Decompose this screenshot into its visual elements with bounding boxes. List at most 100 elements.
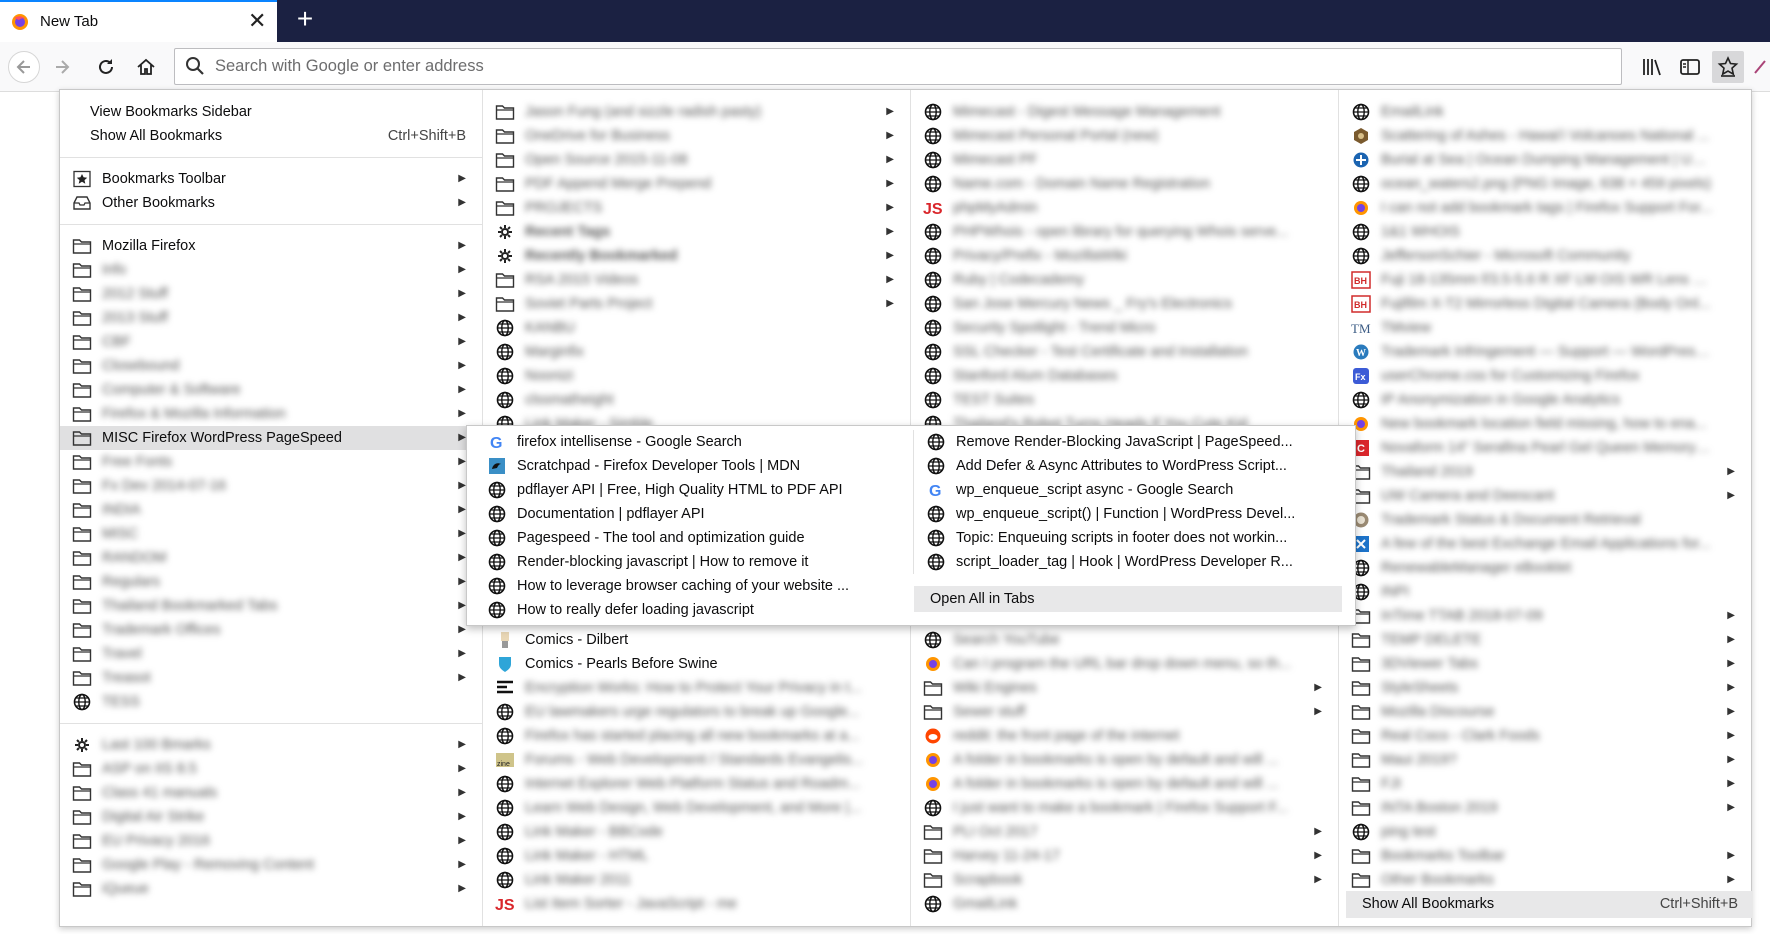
bookmark-folder-maui-2019[interactable]: Maui 2019? ▶ bbox=[1339, 748, 1751, 772]
bookmark-item-topic-enqueuing-scripts-in-footer-does-n[interactable]: Topic: Enqueuing scripts in footer does … bbox=[914, 526, 1341, 550]
bookmark-folder-recently-bookmarked[interactable]: Recently Bookmarked ▶ bbox=[483, 244, 910, 268]
bookmark-folder-scrapbook[interactable]: Scrapbook ▶ bbox=[911, 868, 1338, 892]
new-tab-plus-icon[interactable]: + bbox=[290, 4, 320, 36]
bookmark-item-mimecast-personal-portal-new[interactable]: Mimecast Personal Portal (new) bbox=[911, 124, 1338, 148]
bookmark-folder-travel[interactable]: Travel ▶ bbox=[60, 642, 482, 666]
bookmark-folder-open-source-2015-11-08[interactable]: Open Source 2015-11-08 ▶ bbox=[483, 148, 910, 172]
bookmark-item-ip-anonymization-in-google-analytics[interactable]: IP Anonymization in Google Analytics bbox=[1339, 388, 1751, 412]
bookmark-folder-sewer-stuff[interactable]: Sewer stuff ▶ bbox=[911, 700, 1338, 724]
bookmark-folder-regulars[interactable]: Regulars ▶ bbox=[60, 570, 482, 594]
bookmark-item-view-bookmarks-sidebar[interactable]: View Bookmarks Sidebar bbox=[60, 100, 482, 124]
bookmark-item-security-spotlight-trend-micro[interactable]: Security Spotlight - Trend Micro bbox=[911, 316, 1338, 340]
bookmark-item-new-bookmark-location-field-missing-how-[interactable]: New bookmark location field missing, how… bbox=[1339, 412, 1751, 436]
bookmark-item-firefox-has-started-placing-all-new-book[interactable]: Firefox has started placing all new book… bbox=[483, 724, 910, 748]
bookmark-item-privacy-prefix-mozillawiki[interactable]: Privacy/Prefix - MozillaWiki bbox=[911, 244, 1338, 268]
bookmarks-menu-button[interactable] bbox=[1712, 51, 1744, 83]
bookmark-item-kanbu[interactable]: KANBU bbox=[483, 316, 910, 340]
bookmark-folder-soviet-parts-project[interactable]: Soviet Parts Project ▶ bbox=[483, 292, 910, 316]
home-button[interactable] bbox=[130, 51, 162, 83]
back-button[interactable] bbox=[8, 51, 40, 83]
bookmark-folder-eu-privacy-2016[interactable]: EU Privacy 2016 ▶ bbox=[60, 829, 482, 853]
bookmark-folder-uw-camera-and-deescant[interactable]: UW Camera and Deescant ▶ bbox=[1339, 484, 1751, 508]
bookmark-folder-other-bookmarks[interactable]: Other Bookmarks ▶ bbox=[60, 191, 482, 215]
bookmark-item-fuji-18-135mm-f-3-5-5-6-r-xf-lm-ois-wr-l[interactable]: BH Fuji 18-135mm f/3.5-5.6 R XF LM OIS WR… bbox=[1339, 268, 1751, 292]
bookmark-folder-misc[interactable]: MISC ▶ bbox=[60, 522, 482, 546]
bookmark-item-encryption-works-how-to-protect-your-pri[interactable]: Encryption Works: How to Protect Your Pr… bbox=[483, 676, 910, 700]
bookmark-folder-onedrive-for-business[interactable]: OneDrive for Business ▶ bbox=[483, 124, 910, 148]
bookmark-folder-2012-stuff[interactable]: 2012 Stuff ▶ bbox=[60, 282, 482, 306]
bookmark-item-link-maker-bbcode[interactable]: Link Maker - BBCode bbox=[483, 820, 910, 844]
bookmark-item-ping-test[interactable]: ping test bbox=[1339, 820, 1751, 844]
bookmark-item-how-to-leverage-browser-caching-of-your-[interactable]: How to leverage browser caching of your … bbox=[475, 574, 903, 598]
tab-new-tab[interactable]: New Tab ✕ bbox=[0, 0, 277, 42]
bookmark-item-trademark-status-document-retrieval[interactable]: Trademark Status & Document Retrieval bbox=[1339, 508, 1751, 532]
bookmark-item-internet-explorer-web-platform-status-an[interactable]: Internet Explorer Web Platform Status an… bbox=[483, 772, 910, 796]
bookmark-item-tmview[interactable]: TM TMview bbox=[1339, 316, 1751, 340]
forward-button[interactable] bbox=[46, 51, 78, 83]
bookmark-folder-last-100-bmarks[interactable]: Last 100 Bmarks ▶ bbox=[60, 733, 482, 757]
bookmark-item-clssmatheight[interactable]: clssmatheight bbox=[483, 388, 910, 412]
reload-button[interactable] bbox=[90, 51, 122, 83]
bookmark-folder-treasot[interactable]: Treasot ▶ bbox=[60, 666, 482, 690]
bookmark-item-inpi[interactable]: INPI bbox=[1339, 580, 1751, 604]
bookmark-item-scratchpad-firefox-developer-tools-mdn[interactable]: Scratchpad - Firefox Developer Tools | M… bbox=[475, 454, 903, 478]
bookmark-item-gmaillink[interactable]: GmailLink bbox=[911, 892, 1338, 916]
bookmark-item-wp-enqueue-script-function-wordpress-dev[interactable]: wp_enqueue_script() | Function | WordPre… bbox=[914, 502, 1341, 526]
bookmark-item-noonizi[interactable]: Noonizi bbox=[483, 364, 910, 388]
bookmark-item-jeffersonschier-microsoft-community[interactable]: JeffersonSchier - Microsoft Community bbox=[1339, 244, 1751, 268]
bookmark-folder-fx-dev-2014-07-16[interactable]: Fx Dev 2014-07-16 ▶ bbox=[60, 474, 482, 498]
bookmark-folder-thailand-2019[interactable]: Thailand 2019 ▶ bbox=[1339, 460, 1751, 484]
bookmark-folder-computer-software[interactable]: Computer & Software ▶ bbox=[60, 378, 482, 402]
bookmark-item-render-blocking-javascript-how-to-remove[interactable]: Render-blocking javascript | How to remo… bbox=[475, 550, 903, 574]
bookmark-folder-mozilla-firefox[interactable]: Mozilla Firefox ▶ bbox=[60, 234, 482, 258]
bookmark-item-ruby-codecademy[interactable]: Ruby | Codecademy bbox=[911, 268, 1338, 292]
bookmark-folder-asp-on-iis-8-5[interactable]: ASP on IIS 8.5 ▶ bbox=[60, 757, 482, 781]
bookmark-folder-temp-delete[interactable]: TEMP DELETE ▶ bbox=[1339, 628, 1751, 652]
bookmark-item-tess[interactable]: TESS bbox=[60, 690, 482, 714]
bookmark-folder-pdf-append-merge-prepend[interactable]: PDF Append Merge Prepend ▶ bbox=[483, 172, 910, 196]
bookmark-item-renewablemanager-ebooklet[interactable]: RenewableManager eBooklet bbox=[1339, 556, 1751, 580]
bookmark-item-comics-dilbert[interactable]: Comics - Dilbert bbox=[483, 628, 910, 652]
bookmark-item-name-com-domain-name-registration[interactable]: Name.com - Domain Name Registration bbox=[911, 172, 1338, 196]
bookmark-item-ssl-checker-test-certificate-and-install[interactable]: SSL Checker - Test Certificate and Insta… bbox=[911, 340, 1338, 364]
bookmark-folder-pli-oct-2017[interactable]: PLI Oct 2017 ▶ bbox=[911, 820, 1338, 844]
bookmark-item-scattering-of-ashes-hawai-i-volcanoes-na[interactable]: Scattering of Ashes - Hawai'i Volcanoes … bbox=[1339, 124, 1751, 148]
close-tab-icon[interactable]: ✕ bbox=[248, 8, 266, 34]
bookmark-item-novaform-14-serafina-pearl-gel-queen-mem[interactable]: C Novaform 14" Serafina Pearl Gel Queen M… bbox=[1339, 436, 1751, 460]
bookmark-item-a-folder-in-bookmarks-is-open-by-default[interactable]: A folder in bookmarks is open by default… bbox=[911, 772, 1338, 796]
bookmark-item-comics-pearls-before-swine[interactable]: Comics - Pearls Before Swine bbox=[483, 652, 910, 676]
bookmark-folder-recent-tags[interactable]: Recent Tags ▶ bbox=[483, 220, 910, 244]
bookmark-item-pdflayer-api-free-high-quality-html-to-p[interactable]: pdflayer API | Free, High Quality HTML t… bbox=[475, 478, 903, 502]
bookmark-item-eu-lawmakers-urge-regulators-to-break-up[interactable]: EU lawmakers urge regulators to break up… bbox=[483, 700, 910, 724]
bookmark-folder-bookmarks-toolbar[interactable]: Bookmarks Toolbar ▶ bbox=[1339, 844, 1751, 868]
bookmark-item-i-just-want-to-make-a-bookmark-firefox-s[interactable]: I just want to make a bookmark | Firefox… bbox=[911, 796, 1338, 820]
bookmark-item-phpwhois-open-library-for-querying-whois[interactable]: PHPWhois - open library for querying Who… bbox=[911, 220, 1338, 244]
show-all-bookmarks-footer[interactable]: Show All Bookmarks Ctrl+Shift+B bbox=[1346, 891, 1752, 918]
bookmark-item-mimecast-digest-message-management[interactable]: Mimecast - Digest Message Management bbox=[911, 100, 1338, 124]
bookmark-folder-thailand-bookmarked-tabs[interactable]: Thailand Bookmarked Tabs ▶ bbox=[60, 594, 482, 618]
bookmark-item-a-folder-in-bookmarks-is-open-by-default[interactable]: A folder in bookmarks is open by default… bbox=[911, 748, 1338, 772]
url-bar[interactable] bbox=[174, 48, 1622, 85]
bookmark-folder-india[interactable]: INDIA ▶ bbox=[60, 498, 482, 522]
bookmark-folder-mozilla-discourse[interactable]: Mozilla Discourse ▶ bbox=[1339, 700, 1751, 724]
bookmark-folder-trademark-offices[interactable]: Trademark Offices ▶ bbox=[60, 618, 482, 642]
bookmark-item-ocean-waters2-png-png-image-638-459-pixe[interactable]: ocean_waters2.png (PNG Image, 638 × 459 … bbox=[1339, 172, 1751, 196]
bookmark-folder-google-play-removing-content[interactable]: Google Play - Removing Content ▶ bbox=[60, 853, 482, 877]
bookmark-item-search-youtube[interactable]: Search YouTube bbox=[911, 628, 1338, 652]
bookmark-item-link-maker-html[interactable]: Link Maker - HTML bbox=[483, 844, 910, 868]
bookmark-item-stanford-alum-databases[interactable]: Stanford Alum Databases bbox=[911, 364, 1338, 388]
bookmark-item-i-can-not-add-bookmark-tags-firefox-supp[interactable]: I can not add bookmark tags | Firefox Su… bbox=[1339, 196, 1751, 220]
bookmark-item-firefox-intellisense-google-search[interactable]: Gfirefox intellisense - Google Search bbox=[475, 430, 903, 454]
bookmark-folder-projects[interactable]: PROJECTS ▶ bbox=[483, 196, 910, 220]
bookmark-item-phpmyadmin[interactable]: JS phpMyAdmin bbox=[911, 196, 1338, 220]
bookmark-item-burial-at-sea-ocean-dumping-management-u[interactable]: Burial at Sea | Ocean Dumping Management… bbox=[1339, 148, 1751, 172]
bookmark-item-show-all-bookmarks[interactable]: Show All Bookmarks Ctrl+Shift+B bbox=[60, 124, 482, 148]
bookmark-folder-stylesheets[interactable]: StyleSheets ▶ bbox=[1339, 676, 1751, 700]
bookmark-item-marginfix[interactable]: Marginfix bbox=[483, 340, 910, 364]
bookmark-folder-fji[interactable]: FJI ▶ bbox=[1339, 772, 1751, 796]
open-all-in-tabs-item[interactable]: Open All in Tabs bbox=[914, 586, 1342, 612]
bookmark-item-documentation-pdflayer-api[interactable]: Documentation | pdflayer API bbox=[475, 502, 903, 526]
bookmark-item-learn-web-design-web-development-and-mor[interactable]: Learn Web Design, Web Development, and M… bbox=[483, 796, 910, 820]
bookmark-folder-random[interactable]: RANDOM ▶ bbox=[60, 546, 482, 570]
bookmark-item-trademark-infringement-support-wordpress[interactable]: W Trademark Infringement — Support — Word… bbox=[1339, 340, 1751, 364]
